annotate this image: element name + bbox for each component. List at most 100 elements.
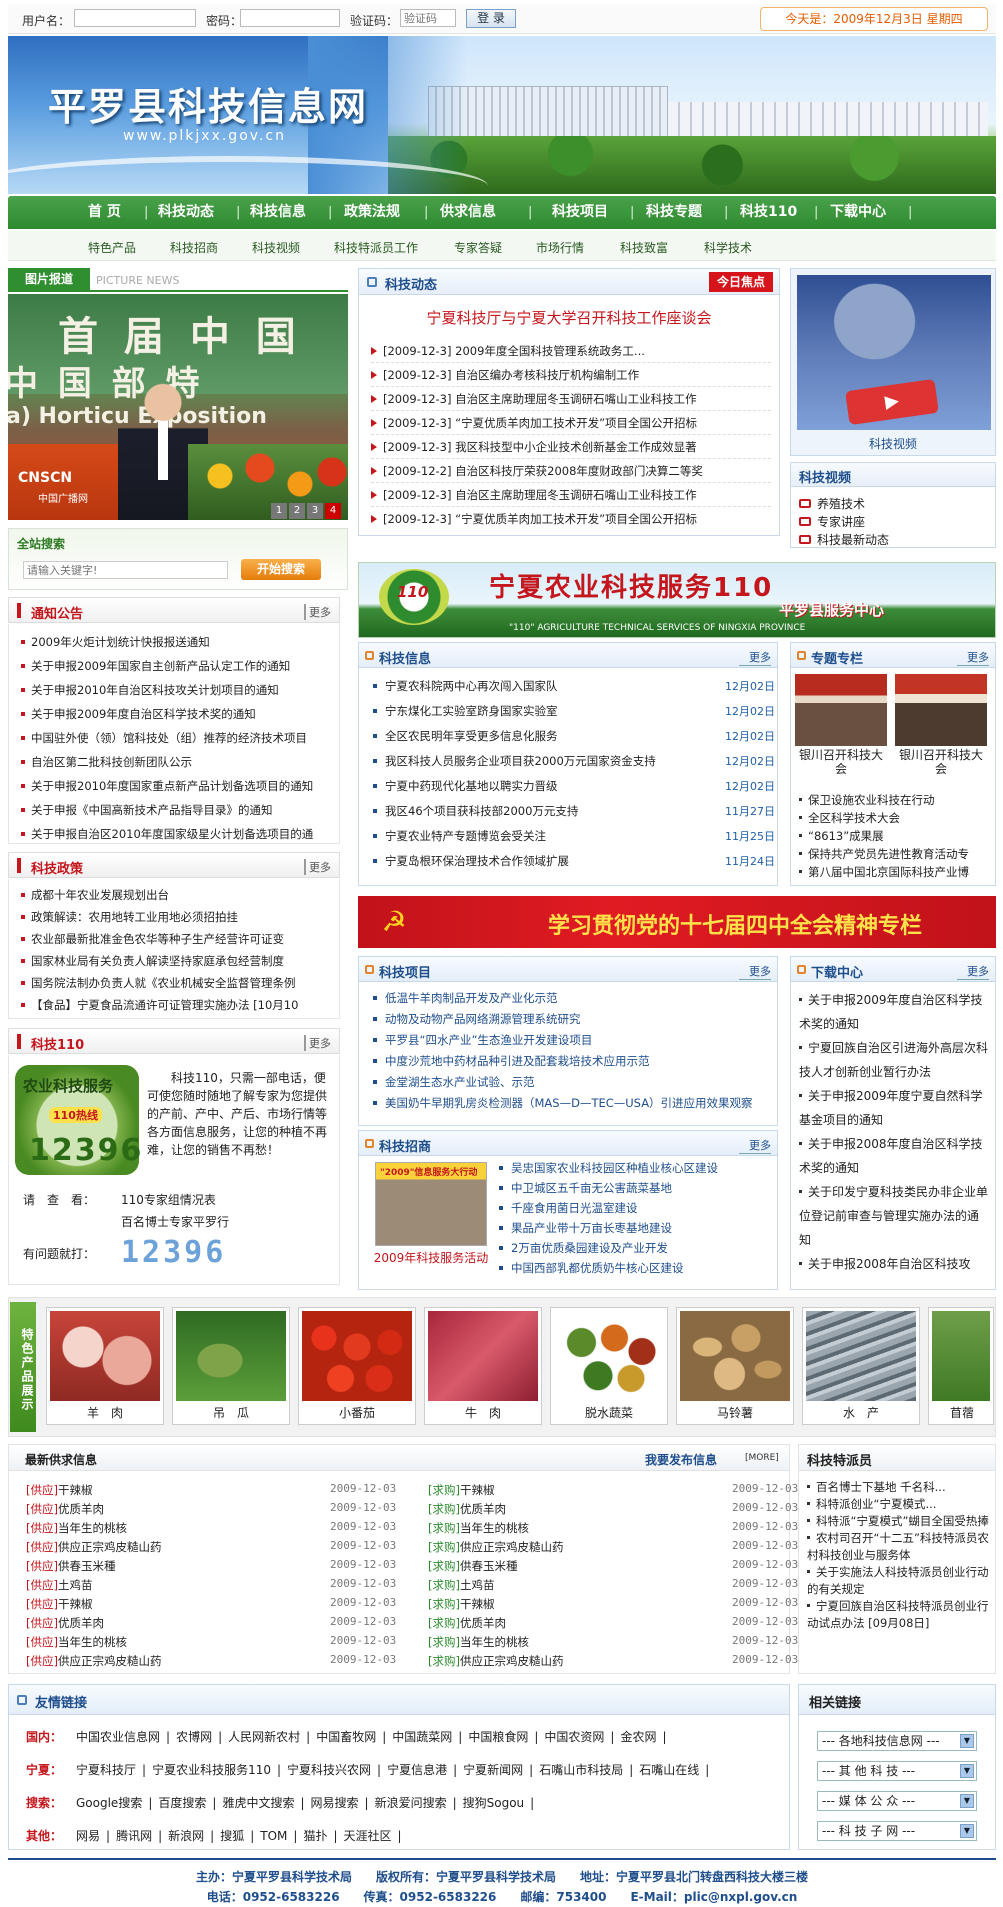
- friend-link[interactable]: 猫扑: [303, 1829, 327, 1843]
- friend-link[interactable]: 宁夏科技厅: [76, 1763, 136, 1777]
- supply-item[interactable]: [求购]供春玉米種: [428, 1558, 728, 1574]
- list-item[interactable]: 全区科学技术大会: [799, 810, 993, 826]
- friend-link[interactable]: 宁夏科技兴农网: [287, 1763, 371, 1777]
- invest-photo-caption[interactable]: 2009年科技服务活动: [369, 1250, 493, 1267]
- supply-item[interactable]: [供应]干辣椒: [26, 1596, 326, 1612]
- project-more[interactable]: 更多: [739, 963, 771, 980]
- list-item[interactable]: 宁夏农科院两中心再次闯入国家队: [373, 678, 703, 694]
- supply-more[interactable]: [MORE]: [745, 1453, 779, 1463]
- supply-item[interactable]: [求购]当年生的桃核: [428, 1520, 728, 1536]
- list-item[interactable]: 宁夏农业特产专题博览会受关注: [373, 828, 703, 844]
- video-item-breeding[interactable]: 养殖技术: [799, 495, 865, 512]
- nav-projects[interactable]: 科技项目: [552, 196, 608, 229]
- list-item[interactable]: 低温牛羊肉制品开发及产业化示范: [373, 990, 773, 1006]
- topic-caption-1[interactable]: 银川召开科技大会: [795, 748, 887, 776]
- nav-policy[interactable]: 政策法规: [344, 196, 400, 229]
- friend-link[interactable]: 石嘴山市科技局: [539, 1763, 623, 1777]
- list-item[interactable]: 千座食用菌日光温室建设: [499, 1200, 775, 1216]
- list-item[interactable]: “8613”成果展: [799, 828, 993, 844]
- photo-tab[interactable]: 图片报道: [8, 268, 90, 290]
- list-item[interactable]: 【食品】宁夏食品流通许可证管理实施办法 [10月10: [21, 997, 337, 1013]
- supply-item[interactable]: [求购]供应正宗鸡皮糙山药: [428, 1653, 728, 1669]
- friend-link[interactable]: 中国畜牧网: [316, 1730, 376, 1744]
- list-item[interactable]: 保持共产党员先进性教育活动专: [799, 846, 993, 862]
- subnav-item[interactable]: 科技致富: [620, 239, 668, 256]
- page-3[interactable]: 3: [307, 503, 323, 519]
- nav-supply[interactable]: 供求信息: [440, 196, 496, 229]
- topic-photo-1[interactable]: [795, 674, 887, 746]
- friend-link[interactable]: 石嘴山在线: [639, 1763, 699, 1777]
- list-item[interactable]: 关于申报2009年度自治区科学技术奖的通知: [21, 706, 337, 722]
- photo-slideshow[interactable]: 首 届 中 国 中 国 部 特 a) Horticu Exposition CN…: [8, 294, 348, 520]
- list-item[interactable]: 美国奶牛早期乳房炎检测器（MAS—D—TEC—USA）引进应用效果观察: [373, 1095, 773, 1111]
- related-select-other[interactable]: --- 其 他 科 技 --- ▼: [817, 1761, 977, 1781]
- username-input[interactable]: [74, 9, 196, 27]
- search-input[interactable]: [23, 561, 228, 579]
- supply-item[interactable]: [供应]优质羊肉: [26, 1615, 326, 1631]
- list-item[interactable]: 中度沙荒地中药材品种引进及配套栽培技术应用示范: [373, 1053, 773, 1069]
- list-item[interactable]: 关于印发宁夏科技类民办非企业单位登记前审查与管理实施办法的通知: [799, 1180, 989, 1252]
- list-item[interactable]: 关于申报《中国高新技术产品指导目录》的通知: [21, 802, 337, 818]
- related-select-media[interactable]: --- 媒 体 公 众 --- ▼: [817, 1791, 977, 1811]
- list-item[interactable]: [2009-12-3] 自治区编办考核科技厅机构编制工作: [371, 367, 771, 387]
- friend-link[interactable]: 农博网: [176, 1730, 212, 1744]
- supply-item[interactable]: [求购]干辣椒: [428, 1482, 728, 1498]
- invest-more[interactable]: 更多: [739, 1137, 771, 1154]
- product-card[interactable]: 羊 肉: [46, 1307, 164, 1425]
- k110-link-doctors[interactable]: 百名博士专家平罗行: [121, 1213, 229, 1230]
- list-item[interactable]: 成都十年农业发展规划出台: [21, 887, 337, 903]
- list-item[interactable]: 百名博士下基地 千名科...: [807, 1479, 991, 1496]
- related-select-subnets[interactable]: --- 科 技 子 网 --- ▼: [817, 1821, 977, 1841]
- topic-photo-2[interactable]: [895, 674, 987, 746]
- list-item[interactable]: 关于申报2009年度宁夏自然科学基金项目的通知: [799, 1084, 989, 1132]
- nav-topics[interactable]: 科技专题: [646, 196, 702, 229]
- list-item[interactable]: 政策解读：农用地转工业用地必须招拍挂: [21, 909, 337, 925]
- list-item[interactable]: 宁夏回族自治区引进海外高层次科技人才创新创业暂行办法: [799, 1036, 989, 1084]
- friend-link[interactable]: 中国粮食网: [468, 1730, 528, 1744]
- page-2[interactable]: 2: [289, 503, 305, 519]
- topic-more[interactable]: 更多: [957, 649, 989, 666]
- supply-item[interactable]: [求购]当年生的桃核: [428, 1634, 728, 1650]
- page-1[interactable]: 1: [271, 503, 287, 519]
- list-item[interactable]: [2009-12-3] 自治区主席助理屈冬玉调研石嘴山工业科技工作: [371, 487, 771, 507]
- k110-more[interactable]: 更多: [304, 1035, 331, 1051]
- friend-link[interactable]: 雅虎中文搜索: [222, 1796, 294, 1810]
- friend-link[interactable]: 新浪爱问搜索: [375, 1796, 447, 1810]
- k110-link-experts[interactable]: 110专家组情况表: [121, 1191, 216, 1208]
- supply-item[interactable]: [求购]干辣椒: [428, 1596, 728, 1612]
- list-item[interactable]: 关于申报2010年度国家重点新产品计划备选项目的通知: [21, 778, 337, 794]
- search-button[interactable]: 开始搜索: [241, 559, 321, 580]
- supply-item[interactable]: [求购]优质羊肉: [428, 1501, 728, 1517]
- list-item[interactable]: 宁东煤化工实验室跻身国家实验室: [373, 703, 703, 719]
- topic-caption-2[interactable]: 银川召开科技大会: [895, 748, 987, 776]
- subnav-item[interactable]: 市场行情: [536, 239, 584, 256]
- list-item[interactable]: 全区农民明年享受更多信息化服务: [373, 728, 703, 744]
- list-item[interactable]: [2009-12-2] 自治区科技厅荣获2008年度财政部门决算二等奖: [371, 463, 771, 483]
- list-item[interactable]: 宁夏回族自治区科技特派员创业行动试点办法 [09月08日]: [807, 1598, 991, 1632]
- list-item[interactable]: 果品产业带十万亩长枣基地建设: [499, 1220, 775, 1236]
- friend-link[interactable]: 天涯社区: [344, 1829, 392, 1843]
- list-item[interactable]: 关于申报2009年国家自主创新产品认定工作的通知: [21, 658, 337, 674]
- product-card[interactable]: 小番茄: [298, 1307, 416, 1425]
- list-item[interactable]: 科特派“宁夏模式”蝴目全国受热捧: [807, 1513, 991, 1530]
- party-banner[interactable]: ☭ 学习贯彻党的十七届四中全会精神专栏: [358, 896, 996, 948]
- supply-item[interactable]: [供应]当年生的桃核: [26, 1520, 326, 1536]
- list-item[interactable]: 中国驻外使（领）馆科技处（组）推荐的经济技术项目: [21, 730, 337, 746]
- list-item[interactable]: 中卫城区五千亩无公害蔬菜基地: [499, 1180, 775, 1196]
- code-input[interactable]: [400, 9, 456, 27]
- nav-tech110[interactable]: 科技110: [740, 196, 797, 229]
- friend-link[interactable]: 宁夏新闻网: [463, 1763, 523, 1777]
- supply-item[interactable]: [供应]干辣椒: [26, 1482, 326, 1498]
- video-card[interactable]: ▶ 科技视频: [790, 268, 996, 456]
- publish-link[interactable]: 我要发布信息: [645, 1451, 717, 1468]
- password-input[interactable]: [240, 9, 340, 27]
- product-card[interactable]: 苜蓿: [928, 1307, 994, 1425]
- supply-item[interactable]: [供应]优质羊肉: [26, 1501, 326, 1517]
- list-item[interactable]: 关于申报2008年度自治区科学技术奖的通知: [799, 1132, 989, 1180]
- list-item[interactable]: [2009-12-3] “宁夏优质羊肉加工技术开发”项目全国公开招标: [371, 415, 771, 435]
- product-card[interactable]: 水 产: [802, 1307, 920, 1425]
- friend-link[interactable]: 宁夏信息港: [387, 1763, 447, 1777]
- supply-item[interactable]: [供应]土鸡苗: [26, 1577, 326, 1593]
- supply-item[interactable]: [供应]当年生的桃核: [26, 1634, 326, 1650]
- video-item-lecture[interactable]: 专家讲座: [799, 513, 865, 530]
